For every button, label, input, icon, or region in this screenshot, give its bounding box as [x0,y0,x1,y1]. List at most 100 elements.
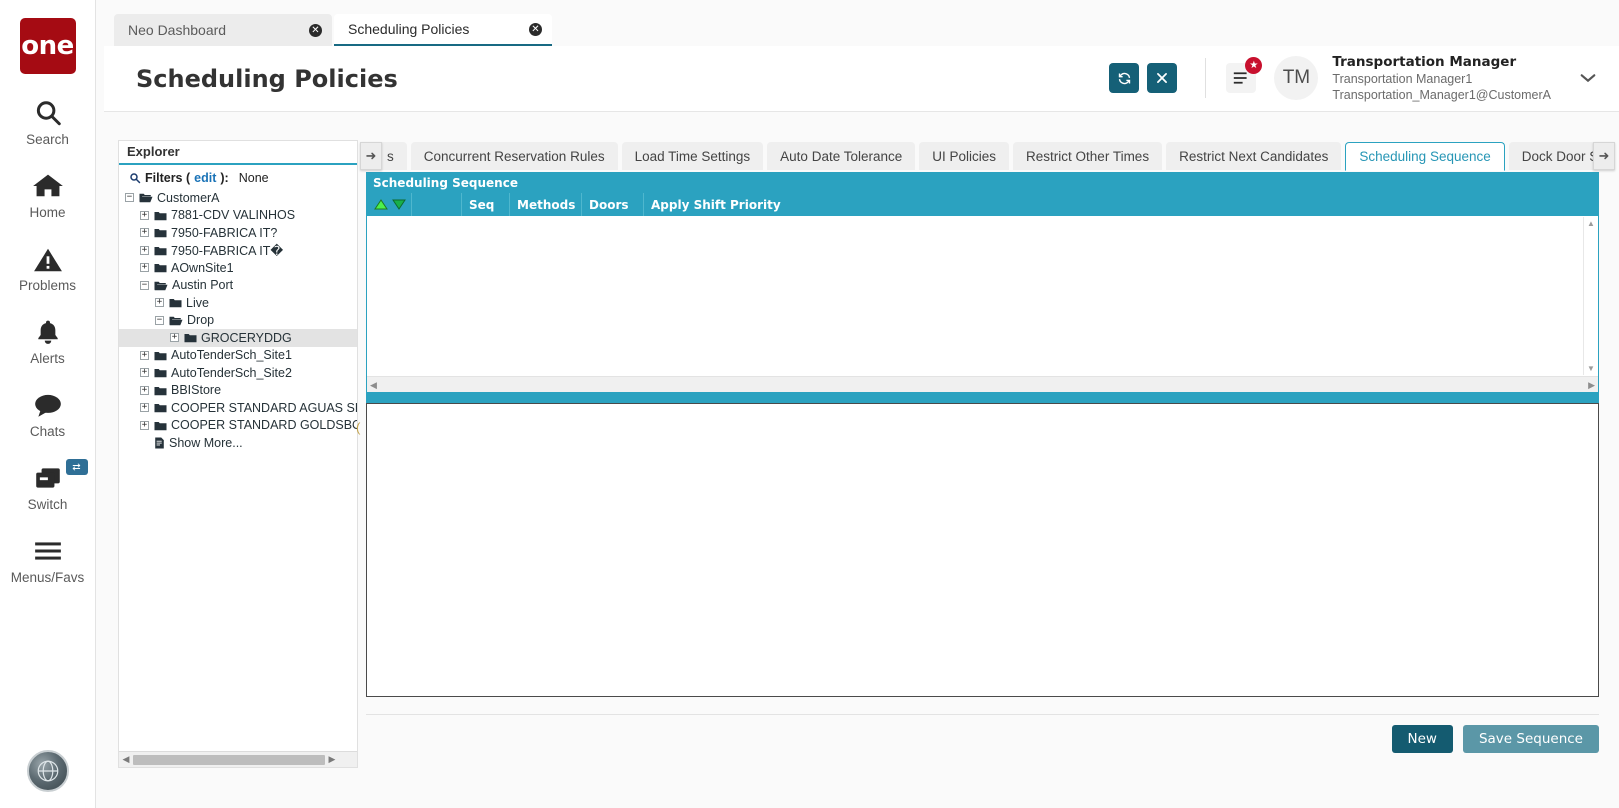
tab-concurrent-reservation-rules[interactable]: Concurrent Reservation Rules [410,142,618,170]
detail-panel[interactable] [366,403,1599,697]
new-button[interactable]: New [1391,724,1453,753]
tree-node[interactable]: + Live [119,294,357,312]
scheduling-sequence-grid: Scheduling Sequence Seq Methods Doors Apply… [366,172,1599,394]
tree-node[interactable]: + AOwnSite1 [119,259,357,277]
expand-toggle-icon[interactable]: + [155,298,164,308]
rail-item-chats[interactable]: Chats [0,388,96,439]
left-nav-rail: one Search Home Problems Alerts Chats ⇄ … [0,0,96,808]
grid-horizontal-scrollbar[interactable]: ◀ ▶ [367,376,1598,393]
tree-node[interactable]: + COOPER STANDARD AGUAS SEALING (S [119,399,357,417]
chat-bubble-icon [33,388,63,422]
refresh-button[interactable] [1109,63,1140,94]
folder-icon [169,297,182,308]
swap-arrows-icon[interactable]: ⇄ [65,459,88,475]
tree-node[interactable]: − Drop [119,312,357,330]
expand-toggle-icon[interactable]: + [140,420,149,430]
tab-ui-policies[interactable]: UI Policies [919,142,1010,170]
rail-item-menus-favs[interactable]: Menus/Favs [0,534,96,585]
expand-toggle-icon[interactable]: + [170,333,179,343]
tree-node[interactable]: − CustomerA [119,189,357,207]
tree-node-label: COOPER STANDARD GOLDSBORO [171,418,357,433]
collapse-toggle-icon[interactable]: − [140,280,149,290]
tree-node[interactable]: − Austin Port [119,277,357,295]
application-window: one Search Home Problems Alerts Chats ⇄ … [0,0,1619,808]
expand-toggle-icon[interactable]: + [140,263,149,273]
close-x-icon [1155,71,1169,85]
rail-item-alerts[interactable]: Alerts [0,315,96,366]
tree-node[interactable]: + BBIStore [119,382,357,400]
tree-node[interactable]: + AutoTenderSch_Site2 [119,364,357,382]
folder-icon [154,367,167,378]
tab-restrict-other-times[interactable]: Restrict Other Times [1013,142,1163,170]
tab-restrict-next-candidates[interactable]: Restrict Next Candidates [1166,142,1342,170]
grid-column-header[interactable]: Doors [581,193,643,216]
avatar[interactable]: TM [1274,56,1319,101]
scroll-left-icon[interactable]: ◀ [370,380,377,391]
list-menu-icon [1234,72,1248,85]
scroll-up-icon[interactable]: ▲ [1584,217,1598,230]
tree-node-label: AOwnSite1 [171,260,234,275]
expand-toggle-icon[interactable]: + [140,245,149,255]
panel-resize-handle[interactable]: ( [356,420,360,435]
expand-toggle-icon[interactable]: + [140,228,149,238]
expand-toggle-icon[interactable]: + [140,403,149,413]
close-page-button[interactable] [1147,63,1178,94]
tab-load-time-settings[interactable]: Load Time Settings [621,142,764,170]
scroll-right-icon[interactable]: ▶ [325,754,339,765]
sort-ascending-icon[interactable] [374,199,388,210]
content-tab-bar: ➜ s Concurrent Reservation Rules Load Time… [360,142,1615,172]
tab-scheduling-sequence[interactable]: Scheduling Sequence [1345,142,1505,171]
grid-body[interactable] [367,217,1598,375]
scroll-down-icon[interactable]: ▼ [1584,362,1598,375]
browser-tab-neo-dashboard[interactable]: Neo Dashboard ✕ [114,14,332,46]
browser-tab-strip: Neo Dashboard ✕ Scheduling Policies ✕ [96,0,1619,46]
grid-column-header[interactable] [367,193,411,216]
grid-column-header[interactable]: Apply Shift Priority [643,193,1503,216]
notifications-menu-button[interactable]: ★ [1226,57,1263,94]
search-icon [33,96,63,130]
scrollbar-thumb[interactable] [133,754,325,765]
expand-toggle-icon[interactable]: + [140,368,149,378]
close-icon[interactable]: ✕ [279,23,322,37]
tree-node-label: 7950-FABRICA IT? [171,225,278,240]
tree-node[interactable]: +7950-FABRICA IT? [119,224,357,242]
folder-icon [154,210,167,221]
expand-toggle-icon[interactable]: + [140,350,149,360]
tabs-scroll-right-button[interactable]: ➜ [1593,142,1615,170]
grid-vertical-scrollbar[interactable]: ▲ ▼ [1583,217,1598,375]
filters-edit-link[interactable]: edit [194,171,216,185]
tab-auto-date-tolerance[interactable]: Auto Date Tolerance [767,142,916,170]
collapse-toggle-icon[interactable]: − [155,315,164,325]
expand-toggle-icon[interactable]: + [140,210,149,220]
globe-avatar-icon[interactable] [26,750,69,792]
grid-column-header[interactable]: Methods [509,193,581,216]
tabs-scroll-left-button[interactable]: ➜ [360,142,382,170]
grid-column-header[interactable] [411,193,461,216]
collapse-toggle-icon[interactable]: − [125,193,134,203]
tree-node[interactable]: +7881-CDV VALINHOS [119,207,357,225]
rail-item-problems[interactable]: Problems [0,242,96,293]
browser-tab-scheduling-policies[interactable]: Scheduling Policies ✕ [334,14,552,46]
tree-node-label: Drop [187,313,215,328]
browser-tab-label: Neo Dashboard [128,22,227,38]
page-header: Scheduling Policies ★ TM Transportation … [104,46,1619,112]
tree-node[interactable]: + GROCERYDDG [119,329,357,347]
folder-icon [154,402,167,413]
rail-item-search[interactable]: Search [0,96,96,147]
scroll-right-icon[interactable]: ▶ [1588,380,1595,391]
tree-node[interactable]: Show More... [119,434,357,452]
tree-node[interactable]: +7950-FABRICA IT� [119,242,357,260]
save-sequence-button[interactable]: Save Sequence [1462,724,1599,753]
tree-node-label: 7881-CDV VALINHOS [171,208,296,223]
rail-item-home[interactable]: Home [0,169,96,220]
explorer-horizontal-scrollbar[interactable]: ◀ ▶ [119,751,357,767]
tree-node[interactable]: + AutoTenderSch_Site1 [119,347,357,365]
grid-column-header[interactable]: Seq [461,193,509,216]
scroll-left-icon[interactable]: ◀ [119,754,133,765]
tree-node[interactable]: + COOPER STANDARD GOLDSBORO [119,417,357,435]
close-icon[interactable]: ✕ [499,22,542,36]
sort-descending-icon[interactable] [392,199,406,210]
rail-item-switch[interactable]: ⇄ Switch [0,459,96,512]
user-menu-toggle[interactable] [1571,61,1605,95]
expand-toggle-icon[interactable]: + [140,385,149,395]
